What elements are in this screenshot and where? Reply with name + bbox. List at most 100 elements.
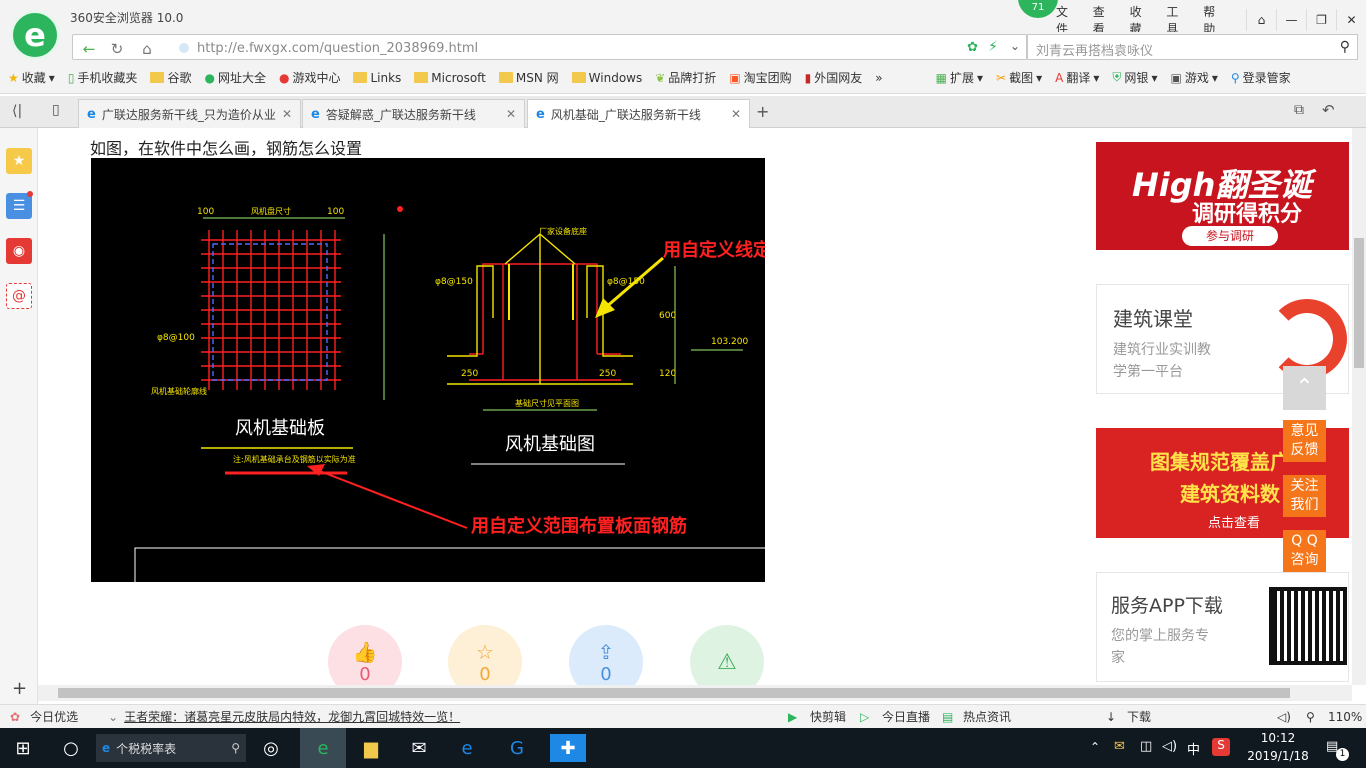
mail-app-icon[interactable]: ✉ xyxy=(396,728,442,768)
g-app-icon[interactable]: G xyxy=(494,728,540,768)
bookmark-favorites[interactable]: ★ 收藏 ▾ xyxy=(8,69,55,86)
bookmark-microsoft[interactable]: Microsoft xyxy=(414,71,486,85)
tab-2[interactable]: e 答疑解惑_广联达服务新干线 ✕ xyxy=(302,99,525,128)
bookmarks-more[interactable]: » xyxy=(875,71,882,85)
app-download-ad[interactable]: 服务APP下载 您的掌上服务专 家 xyxy=(1096,572,1349,682)
tray-chevron-icon[interactable]: ⌃ xyxy=(1090,740,1100,754)
360-browser-icon[interactable]: ◎ xyxy=(248,728,294,768)
bookmark-msn[interactable]: MSN 网 xyxy=(498,69,559,86)
vertical-scroll-thumb[interactable] xyxy=(1354,238,1364,368)
cad-drawing[interactable]: 100 风机盘尺寸 100 φ8@100 风机基础轮廓线 风机基础板 注:风机基… xyxy=(91,158,789,589)
ad3-button[interactable]: 点击查看 xyxy=(1208,512,1260,531)
secure-icon[interactable]: ✿ xyxy=(967,40,978,55)
horizontal-scrollbar[interactable] xyxy=(38,685,1352,701)
taskbar-search[interactable]: e 个税税率表 ⚲ xyxy=(96,734,246,762)
weibo-icon[interactable]: ◉ xyxy=(6,238,32,264)
bookmark-foreign[interactable]: ▮ 外国网友 xyxy=(805,69,863,86)
speed-mode-icon[interactable]: ⚡ xyxy=(988,39,998,55)
search-icon[interactable]: ⚲ xyxy=(1340,39,1350,55)
tray-mail-icon[interactable]: ✉ xyxy=(1114,739,1125,754)
volume-icon[interactable]: ◁) xyxy=(1162,739,1177,754)
dropdown-icon[interactable]: ⌄ xyxy=(1010,39,1020,53)
zoom-level[interactable]: 110% xyxy=(1328,710,1362,724)
clock-date[interactable]: 2019/1/18 xyxy=(1245,749,1311,763)
file-explorer-icon[interactable]: ▆ xyxy=(348,728,394,768)
search-box[interactable]: 刘青云再搭档袁咏仪 ⚲ xyxy=(1027,34,1358,60)
games-button[interactable]: ▣ 游戏 ▾ xyxy=(1170,69,1217,86)
close-tab-icon[interactable]: ✕ xyxy=(731,107,741,121)
add-sidebar-icon[interactable]: + xyxy=(12,678,27,699)
url-box[interactable]: ← ↻ ⌂ http://e.fwxgx.com/question_203896… xyxy=(72,34,1027,60)
cortana-icon[interactable]: ○ xyxy=(48,728,94,768)
skin-icon[interactable]: ⌂ xyxy=(1245,9,1276,31)
collapse-sidebar-icon[interactable]: ⟨| xyxy=(12,103,22,119)
christmas-ad[interactable]: High翻圣诞 调研得积分 参与调研 xyxy=(1096,142,1349,250)
back-arrow-icon[interactable]: ← xyxy=(75,37,103,61)
speaker-icon[interactable]: ◁) xyxy=(1277,710,1291,724)
clock-time[interactable]: 10:12 xyxy=(1252,731,1304,745)
qr-code-icon[interactable] xyxy=(1269,587,1347,665)
qq-consult-button[interactable]: Q Q 咨询 xyxy=(1283,530,1326,572)
download-link[interactable]: 下载 xyxy=(1127,708,1151,725)
bookmark-brand-sale[interactable]: ❦ 品牌打折 xyxy=(655,69,716,86)
network-icon[interactable]: ◫ xyxy=(1140,739,1152,754)
url-text[interactable]: http://e.fwxgx.com/question_2038969.html xyxy=(197,41,478,56)
new-tab-button[interactable]: + xyxy=(756,102,769,121)
ime-indicator[interactable]: 中 xyxy=(1187,739,1200,758)
minimize-button[interactable]: — xyxy=(1275,9,1306,31)
bookmark-windows[interactable]: Windows xyxy=(571,71,642,85)
home-icon[interactable]: ⌂ xyxy=(133,37,161,61)
browser-logo-icon[interactable]: e xyxy=(10,10,60,60)
hot-news-link[interactable]: 热点资讯 xyxy=(963,708,1011,725)
edge-icon[interactable]: e xyxy=(444,728,490,768)
ad1-button[interactable]: 参与调研 xyxy=(1182,226,1278,246)
sogou-icon[interactable]: S xyxy=(1212,738,1230,756)
vertical-scrollbar[interactable] xyxy=(1352,128,1366,685)
tab-3-active[interactable]: e 风机基础_广联达服务新干线 ✕ xyxy=(527,99,750,128)
restore-tabs-icon[interactable]: ⧉ xyxy=(1294,102,1304,118)
globe-icon xyxy=(179,43,189,53)
news-ticker[interactable]: 王者荣耀：诸葛亮星元皮肤局内特效，龙御九霄回城特效一览！ xyxy=(124,708,460,725)
ebank-button[interactable]: ⛨ 网银 ▾ xyxy=(1112,69,1157,86)
mail-icon[interactable]: @ xyxy=(6,283,32,309)
bookmark-taobao[interactable]: ▣ 淘宝团购 xyxy=(729,69,791,86)
news-icon[interactable]: ☰ xyxy=(6,193,32,219)
back-to-top-icon[interactable]: ⌃ xyxy=(1283,366,1326,410)
dim-span-label: 风机盘尺寸 xyxy=(251,206,291,216)
ext-button[interactable]: ▦ 扩展 ▾ xyxy=(936,69,983,86)
tab-list-icon[interactable]: ▯ xyxy=(52,102,60,118)
quick-edit-link[interactable]: 快剪辑 xyxy=(810,708,846,725)
search-placeholder: 刘青云再搭档袁咏仪 xyxy=(1036,44,1154,59)
bookmark-urlhub[interactable]: ● 网址大全 xyxy=(204,69,266,86)
bookmark-icon: ▮ xyxy=(804,70,812,85)
favorites-star-icon[interactable]: ★ xyxy=(6,148,32,174)
windows-start-icon[interactable]: ⊞ xyxy=(0,728,46,768)
screenshot-button[interactable]: ✂ 截图 ▾ xyxy=(996,69,1042,86)
plus-app-icon[interactable]: ✚ xyxy=(550,734,586,762)
login-manager-button[interactable]: ⚲ 登录管家 xyxy=(1231,69,1291,86)
undo-close-icon[interactable]: ↶ xyxy=(1322,101,1335,119)
notification-badge[interactable]: 71 xyxy=(1018,0,1058,18)
live-link[interactable]: 今日直播 xyxy=(882,708,930,725)
bookmark-mobile[interactable]: ▯ 手机收藏夹 xyxy=(68,69,138,86)
like-button[interactable]: 👍 0 xyxy=(328,625,402,685)
tab-1[interactable]: e 广联达服务新干线_只为造价从业 ✕ xyxy=(78,99,301,128)
bookmark-google[interactable]: 谷歌 xyxy=(150,69,191,86)
follow-button[interactable]: 关注 我们 xyxy=(1283,475,1326,517)
translate-button[interactable]: A 翻译 ▾ xyxy=(1055,69,1099,86)
favorite-button[interactable]: ☆ 0 xyxy=(448,625,522,685)
close-button[interactable]: ✕ xyxy=(1335,9,1366,31)
folder-icon xyxy=(498,72,513,83)
close-tab-icon[interactable]: ✕ xyxy=(506,107,516,121)
feedback-button[interactable]: 意见 反馈 xyxy=(1283,420,1326,462)
today-picks[interactable]: 今日优选 xyxy=(30,708,78,725)
share-button[interactable]: ⇪ 0 xyxy=(569,625,643,685)
report-button[interactable]: ⚠ xyxy=(690,625,764,685)
bookmark-games[interactable]: ● 游戏中心 xyxy=(279,69,341,86)
360-active-icon[interactable]: e xyxy=(300,728,346,768)
horizontal-scroll-thumb[interactable] xyxy=(58,688,1290,698)
refresh-icon[interactable]: ↻ xyxy=(103,37,131,61)
maximize-button[interactable]: ❐ xyxy=(1305,9,1336,31)
bookmark-links[interactable]: Links xyxy=(353,71,401,85)
close-tab-icon[interactable]: ✕ xyxy=(282,107,292,121)
